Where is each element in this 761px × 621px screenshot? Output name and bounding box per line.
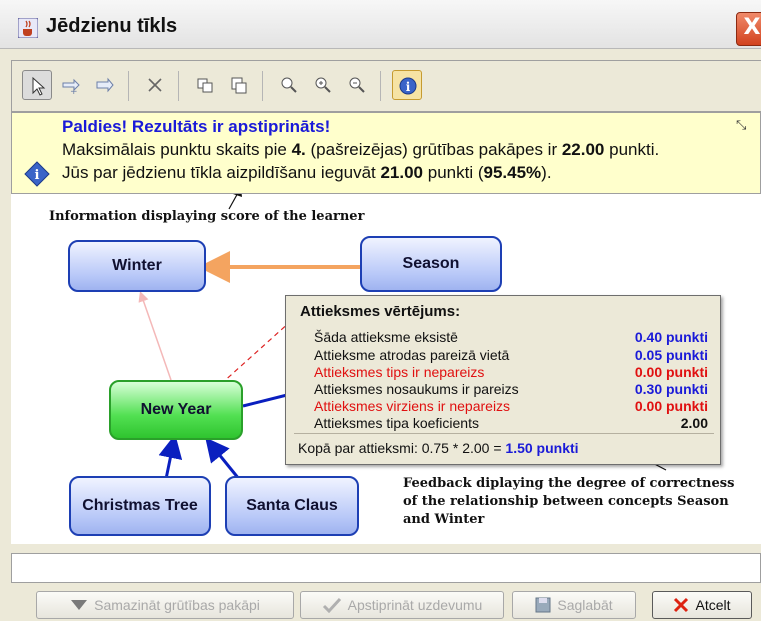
window-title: Jēdzienu tīkls [46, 15, 178, 37]
triangle-down-icon [71, 600, 88, 610]
copy-icon [197, 78, 213, 93]
floppy-disk-icon [535, 597, 551, 613]
svg-text:+: + [70, 87, 78, 95]
add-relation-button[interactable]: + [56, 70, 86, 100]
collapse-icon[interactable]: ⤡ [736, 117, 746, 133]
confirmation-message: Paldies! Rezultāts ir apstiprināts! [62, 117, 331, 136]
max-points-message: Maksimālais punktu skaits pie 4. (pašrei… [62, 140, 660, 159]
toolbar: + i [11, 60, 761, 112]
info-button[interactable]: i [392, 70, 422, 100]
evaluation-title: Attieksmes vērtējums: [300, 303, 461, 320]
delete-button[interactable] [140, 70, 170, 100]
delete-icon [148, 78, 162, 92]
concept-season[interactable]: Season [360, 236, 502, 292]
save-button[interactable]: Saglabāt [512, 591, 636, 619]
zoom-in-button[interactable] [308, 70, 338, 100]
confirm-task-button[interactable]: Apstiprināt uzdevumu [300, 591, 504, 619]
evaluation-row-value: 0.05 punkti [634, 347, 708, 363]
relation-tool-button[interactable] [90, 70, 120, 100]
add-relation-icon: + [62, 78, 80, 95]
evaluation-row: Attieksmes tips ir nepareizs 0.00 punkti [314, 364, 714, 382]
concept-santa-claus[interactable]: Santa Claus [225, 476, 359, 536]
evaluation-row-label: Attieksmes tips ir nepareizs [314, 364, 485, 380]
decrease-difficulty-button[interactable]: Samazināt grūtības pakāpi [36, 591, 294, 619]
zoom-button[interactable] [274, 70, 304, 100]
red-x-icon [674, 597, 689, 613]
paste-button[interactable] [224, 70, 254, 100]
feedback-caption-line-1: Feedback diplaying the degree of correct… [403, 476, 735, 491]
evaluation-row-label: Attieksmes virziens ir nepareizs [314, 398, 511, 414]
evaluation-row-value: 2.00 [680, 415, 708, 431]
feedback-caption-line-2: of the relationship between concepts Sea… [403, 494, 729, 509]
java-cup-icon [18, 18, 38, 38]
evaluation-row: Šāda attieksme eksistē 0.40 punkti [314, 329, 714, 347]
svg-text:i: i [35, 168, 40, 183]
concept-new-year[interactable]: New Year [109, 380, 243, 440]
evaluation-row-value: 0.40 punkti [634, 329, 708, 345]
svg-text:i: i [406, 80, 411, 94]
evaluation-row-label: Attieksmes nosaukums ir pareizs [314, 381, 519, 397]
pointer-arrow-score [228, 194, 239, 210]
info-icon: i [399, 77, 417, 95]
christmastree-newyear-relation[interactable] [158, 434, 183, 480]
select-icon [32, 76, 46, 96]
zoom-out-icon [349, 77, 365, 93]
evaluation-row: Attieksmes nosaukums ir pareizs 0.30 pun… [314, 381, 714, 399]
evaluation-row-label: Šāda attieksme eksistē [314, 329, 458, 345]
relation-evaluation-tooltip: Attieksmes vērtējums: Šāda attieksme eks… [285, 295, 721, 465]
zoom-icon [281, 77, 297, 93]
concept-christmas-tree[interactable]: Christmas Tree [69, 476, 211, 536]
zoom-out-button[interactable] [342, 70, 372, 100]
relation-icon [96, 77, 114, 93]
paste-icon [231, 77, 247, 94]
feedback-caption-line-3: and Winter [403, 512, 485, 527]
status-bar [11, 553, 761, 583]
zoom-in-icon [315, 77, 331, 93]
evaluation-row-value: 0.00 punkti [634, 398, 708, 414]
copy-button[interactable] [190, 70, 220, 100]
concept-map-window: Jēdzienu tīkls X + i Paldies! Rezultāts … [0, 0, 761, 621]
evaluation-row-label: Attieksme atrodas pareizā vietā [314, 347, 510, 363]
score-caption: Information displaying score of the lear… [49, 209, 365, 224]
score-message-panel: Paldies! Rezultāts ir apstiprināts! Maks… [11, 112, 761, 194]
newyear-winter-relation[interactable] [138, 291, 172, 381]
santaclaus-newyear-relation[interactable] [205, 437, 241, 480]
evaluation-row: Attieksmes virziens ir nepareizs 0.00 pu… [314, 398, 714, 416]
earned-points-message: Jūs par jēdzienu tīkla aizpildīšanu iegu… [62, 163, 552, 182]
title-bar: Jēdzienu tīkls X [0, 0, 761, 49]
evaluation-row-value: 0.30 punkti [634, 381, 708, 397]
evaluation-row: Attieksmes tipa koeficients 2.00 [314, 415, 714, 433]
concept-winter[interactable]: Winter [68, 240, 206, 292]
checkmark-icon [322, 597, 341, 613]
newyear-right-relation[interactable] [242, 392, 292, 408]
info-diamond-icon: i [24, 161, 50, 187]
evaluation-row-value: 0.00 punkti [634, 364, 708, 380]
evaluation-row-label: Attieksmes tipa koeficients [314, 415, 479, 431]
evaluation-total: Kopā par attieksmi: 0.75 * 2.00 = 1.50 p… [298, 440, 579, 456]
select-tool-button[interactable] [22, 70, 52, 100]
close-window-button[interactable]: X [736, 12, 761, 46]
evaluation-row: Attieksme atrodas pareizā vietā 0.05 pun… [314, 347, 714, 365]
cancel-button[interactable]: Atcelt [652, 591, 752, 619]
